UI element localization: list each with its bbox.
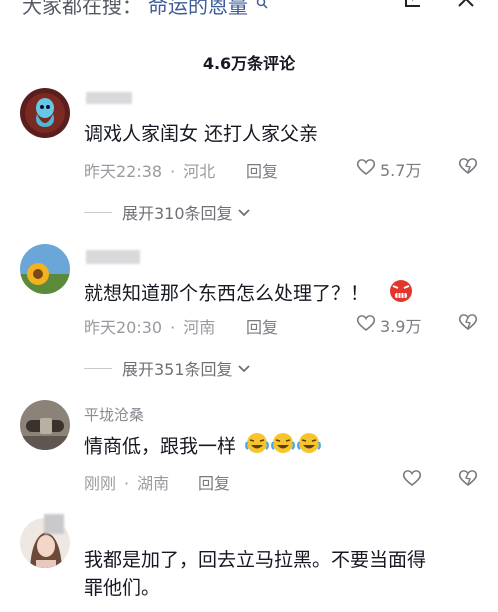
comment-meta: 昨天22:38 · 河北 — [84, 162, 216, 181]
share-icon[interactable] — [402, 0, 424, 14]
comment-text: 就想知道那个东西怎么处理了？！ — [84, 277, 415, 311]
laugh-cry-emoji-icon — [270, 431, 296, 463]
expand-replies-label: 展开351条回复 — [122, 360, 233, 379]
comment-text: 罪他们。 — [84, 577, 161, 599]
comment-text: 情商低，跟我一样 — [84, 431, 322, 463]
like-button[interactable] — [402, 469, 422, 491]
expand-replies-label: 展开310条回复 — [122, 204, 233, 223]
dislike-heart-icon — [458, 470, 478, 491]
comment-location: 湖南 — [137, 474, 170, 493]
comment-text-content: 情商低，跟我一样 — [84, 435, 237, 458]
avatar-obscured — [44, 514, 64, 534]
username-obscured — [86, 250, 140, 264]
like-count: 3.9万 — [380, 317, 422, 336]
divider-line — [84, 211, 112, 213]
laugh-cry-emoji-icon — [296, 431, 322, 463]
expand-replies-button[interactable]: 展开351条回复 — [84, 356, 251, 380]
divider-line — [84, 367, 112, 369]
chevron-down-icon — [237, 203, 251, 222]
avatar[interactable] — [20, 400, 70, 450]
dislike-heart-icon — [458, 314, 478, 335]
comment-time: 昨天22:38 — [84, 162, 163, 181]
reply-button[interactable]: 回复 — [246, 314, 278, 338]
comment-text-content: 就想知道那个东西怎么处理了？！ — [84, 282, 370, 305]
chevron-down-icon — [237, 359, 251, 378]
avatar[interactable] — [20, 244, 70, 294]
search-hint-link[interactable]: 命运的恩量 — [148, 0, 248, 19]
expand-replies-button[interactable]: 展开310条回复 — [84, 200, 251, 224]
dislike-button[interactable] — [458, 313, 478, 335]
comment-location: 河北 — [183, 162, 216, 181]
comment-text: 我都是加了，回去立马拉黑。不要当面得 — [84, 549, 427, 571]
reply-button[interactable]: 回复 — [198, 470, 230, 494]
comment-meta: 刚刚 · 湖南 — [84, 474, 170, 493]
like-button[interactable]: 5.7万 — [356, 157, 421, 181]
dislike-button[interactable] — [458, 469, 478, 491]
like-button[interactable]: 3.9万 — [356, 313, 421, 337]
like-count: 5.7万 — [380, 161, 422, 180]
search-prefix: 大家都在搜： — [22, 0, 142, 18]
heart-icon — [356, 314, 376, 336]
comment-location: 河南 — [183, 318, 216, 337]
comment-time: 昨天20:30 — [84, 318, 163, 337]
comment-time: 刚刚 — [84, 474, 117, 493]
avatar[interactable] — [20, 88, 70, 138]
laugh-cry-emoji-icon — [244, 431, 270, 463]
reply-button[interactable]: 回复 — [246, 158, 278, 182]
heart-icon — [402, 469, 422, 491]
comment-meta: 昨天20:30 · 河南 — [84, 318, 216, 337]
comment-text: 调戏人家闺女 还打人家父亲 — [84, 123, 319, 145]
close-icon[interactable] — [455, 0, 477, 14]
comment-count-title: 4.6万条评论 — [202, 54, 296, 73]
search-bar[interactable]: 大家都在搜： 命运的恩量 — [0, 0, 498, 22]
angry-emoji-icon — [387, 277, 415, 311]
username[interactable]: 平垅沧桑 — [84, 404, 144, 425]
username-obscured — [86, 92, 132, 104]
heart-icon — [356, 158, 376, 180]
dislike-heart-icon — [458, 158, 478, 179]
search-icon[interactable] — [256, 0, 268, 13]
dislike-button[interactable] — [458, 157, 478, 179]
